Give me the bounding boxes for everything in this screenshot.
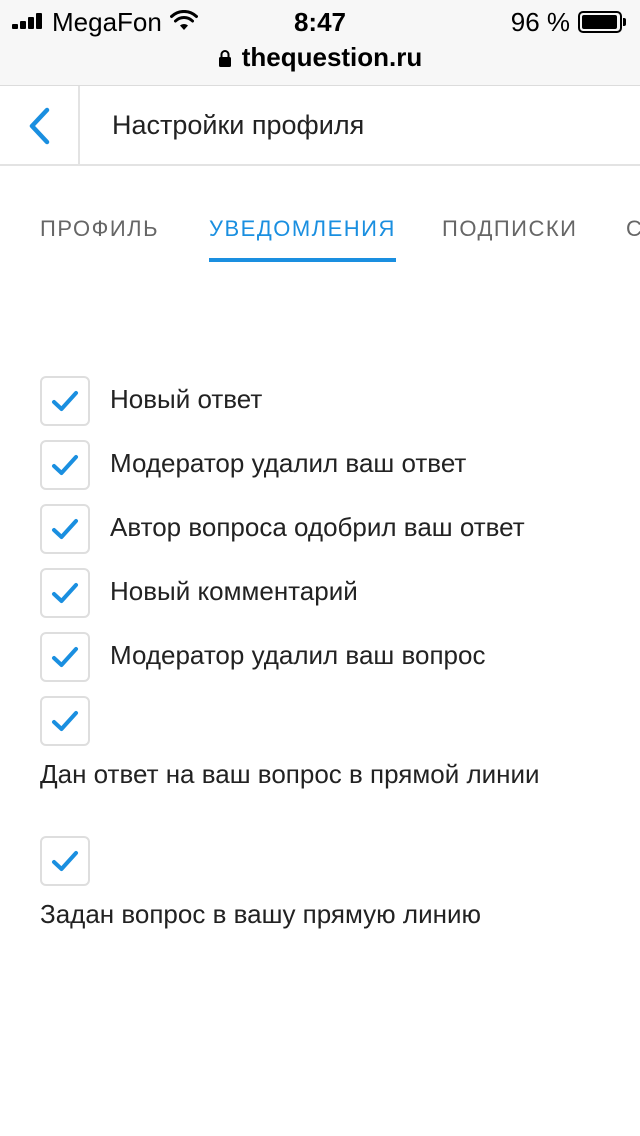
checkbox[interactable] [40,376,90,426]
checkbox-label: Новый комментарий [110,576,358,606]
checkbox-label: Задан вопрос в вашу прямую линию [40,899,481,929]
checkbox-label: Дан ответ на ваш вопрос в прямой линии [40,759,540,789]
checkmark-icon [52,647,78,667]
chevron-left-icon [29,107,50,145]
checkbox[interactable] [40,504,90,554]
checkmark-icon [52,519,78,539]
tab-bar: ПРОФИЛЬ УВЕДОМЛЕНИЯ ПОДПИСКИ С [0,166,640,266]
back-button[interactable] [0,86,80,166]
lock-icon [218,50,231,67]
checkbox[interactable] [40,440,90,490]
address-bar[interactable]: thequestion.ru [0,40,640,74]
checkmark-icon [52,391,78,411]
tab-subscriptions[interactable]: ПОДПИСКИ [442,216,577,242]
checkmark-icon [52,851,78,871]
page-title: Настройки профиля [112,110,365,140]
battery-icon [578,11,626,33]
checkbox[interactable] [40,632,90,682]
checkbox-label: Автор вопроса одобрил ваш ответ [110,512,525,542]
tab-profile[interactable]: ПРОФИЛЬ [40,216,159,242]
checkbox-label: Модератор удалил ваш вопрос [110,640,486,670]
status-bar: MegaFon 8:47 96 % [0,0,640,42]
checkbox-label: Новый ответ [110,384,263,414]
checkmark-icon [52,455,78,475]
tab-more[interactable]: С [626,216,640,242]
battery-percent: 96 % [510,7,570,37]
checkbox[interactable] [40,568,90,618]
page-header: Настройки профиля [0,86,640,166]
checkbox[interactable] [40,696,90,746]
checkbox-label: Модератор удалил ваш ответ [110,448,467,478]
tab-notifications[interactable]: УВЕДОМЛЕНИЯ [209,216,396,262]
checkmark-icon [52,583,78,603]
url-text: thequestion.ru [241,41,423,72]
checkbox[interactable] [40,836,90,886]
browser-chrome: MegaFon 8:47 96 % thequestion.ru [0,0,640,86]
checkmark-icon [52,711,78,731]
